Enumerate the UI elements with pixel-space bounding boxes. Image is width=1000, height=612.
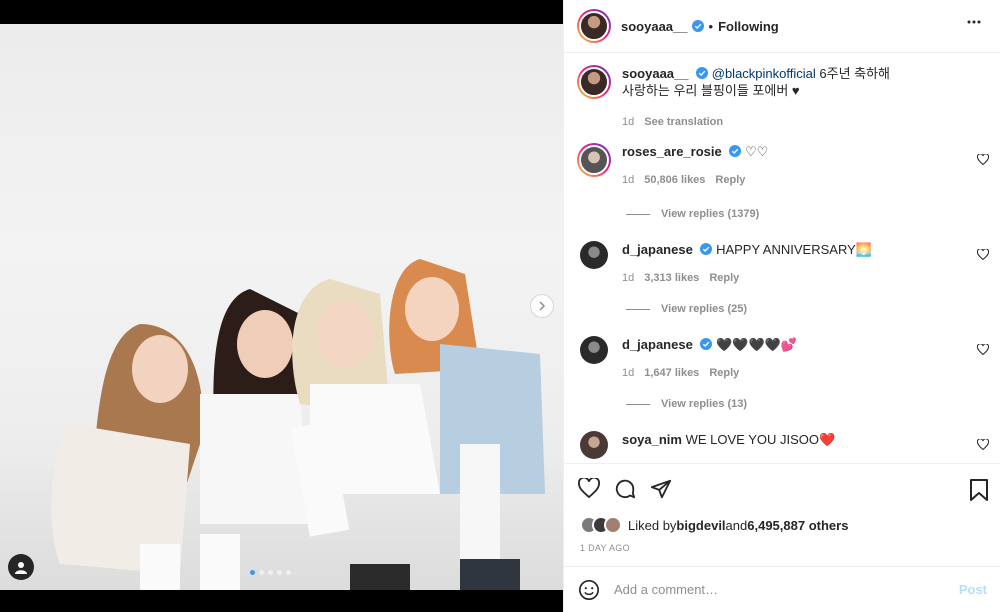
comment-time[interactable]: 1d bbox=[622, 172, 634, 189]
carousel-dot bbox=[250, 570, 255, 575]
commenter-avatar[interactable] bbox=[580, 431, 608, 459]
likes-count-button[interactable]: 6,495,887 others bbox=[747, 518, 848, 533]
caption-text: 6주년 축하해 bbox=[815, 66, 891, 81]
heart-icon[interactable] bbox=[977, 439, 989, 450]
caption-mention[interactable]: @blackpinkofficial bbox=[712, 66, 816, 81]
caption-time[interactable]: 1d bbox=[622, 114, 634, 131]
carousel-dot bbox=[268, 570, 273, 575]
comment-row: soya_nim WE LOVE YOU JISOO❤️ bbox=[577, 431, 987, 459]
emoji-icon[interactable] bbox=[578, 579, 600, 601]
comment-username[interactable]: roses_are_rosie bbox=[622, 144, 722, 159]
comment-text: 🖤🖤🖤🖤💕 bbox=[716, 337, 798, 352]
likes-and: and bbox=[725, 517, 748, 533]
comment-likes[interactable]: 1,647 likes bbox=[644, 365, 699, 382]
caption-username[interactable]: sooyaaa__ bbox=[622, 66, 689, 81]
comment-composer: Post bbox=[564, 566, 1000, 612]
chevron-right-icon bbox=[539, 301, 546, 311]
post-header: sooyaaa__ • Following bbox=[564, 0, 1000, 53]
share-icon[interactable] bbox=[650, 478, 672, 500]
author-avatar[interactable] bbox=[577, 9, 611, 43]
reply-button[interactable]: Reply bbox=[709, 365, 739, 382]
comment-likes[interactable]: 3,313 likes bbox=[644, 270, 699, 287]
carousel-dot bbox=[286, 570, 291, 575]
liker-username[interactable]: bigdevil bbox=[676, 518, 725, 533]
heart-icon[interactable] bbox=[578, 478, 600, 498]
header-separator: • bbox=[708, 18, 714, 34]
post-timestamp[interactable]: 1 DAY AGO bbox=[580, 543, 630, 553]
carousel-dot bbox=[259, 570, 264, 575]
bookmark-icon[interactable] bbox=[970, 479, 988, 501]
commenter-avatar[interactable] bbox=[580, 336, 608, 364]
see-translation-button[interactable]: See translation bbox=[644, 114, 723, 131]
comment-row: d_japanese 🖤🖤🖤🖤💕 1d 1,647 likes Reply bbox=[577, 336, 987, 382]
author-username[interactable]: sooyaaa__ bbox=[621, 19, 688, 34]
verified-icon bbox=[729, 145, 742, 157]
verified-icon bbox=[696, 67, 709, 79]
liker-avatar bbox=[604, 516, 622, 534]
comment-likes[interactable]: 50,806 likes bbox=[644, 172, 705, 189]
view-replies-button[interactable]: View replies (1379) bbox=[626, 208, 759, 220]
comment-username[interactable]: soya_nim bbox=[622, 432, 682, 447]
comment-row: roses_are_rosie ♡♡ 1d 50,806 likes Reply bbox=[577, 143, 987, 189]
more-icon[interactable] bbox=[967, 20, 981, 24]
comment-time[interactable]: 1d bbox=[622, 365, 634, 382]
commenter-avatar[interactable] bbox=[580, 241, 608, 269]
user-tag-icon bbox=[15, 562, 27, 574]
liker-avatars[interactable] bbox=[580, 516, 622, 534]
view-replies-button[interactable]: View replies (13) bbox=[626, 398, 747, 410]
verified-icon bbox=[691, 20, 704, 32]
comments-list[interactable]: sooyaaa__ @blackpinkofficial 6주년 축하해 사랑하… bbox=[564, 53, 1000, 463]
reply-button[interactable]: Reply bbox=[709, 270, 739, 287]
post-actions: Liked by bigdevil and 6,495,887 others 1… bbox=[564, 463, 1000, 566]
post-photo[interactable] bbox=[0, 24, 563, 590]
comment-text: HAPPY ANNIVERSARY🌅 bbox=[716, 242, 872, 257]
comment-text: WE LOVE YOU JISOO❤️ bbox=[685, 432, 836, 447]
comment-username[interactable]: d_japanese bbox=[622, 242, 693, 257]
post-media bbox=[0, 0, 563, 612]
verified-icon bbox=[700, 338, 713, 350]
photo-figures bbox=[51, 259, 545, 590]
comment-username[interactable]: d_japanese bbox=[622, 337, 693, 352]
comment-text: ♡♡ bbox=[745, 144, 769, 159]
commenter-avatar[interactable] bbox=[577, 143, 611, 177]
likes-summary: Liked by bigdevil and 6,495,887 others bbox=[580, 516, 848, 534]
reply-button[interactable]: Reply bbox=[715, 172, 745, 189]
likes-prefix: Liked by bbox=[628, 517, 677, 533]
heart-icon[interactable] bbox=[977, 344, 989, 355]
comment-time[interactable]: 1d bbox=[622, 270, 634, 287]
comment-row: d_japanese HAPPY ANNIVERSARY🌅 1d 3,313 l… bbox=[577, 241, 987, 287]
verified-icon bbox=[700, 243, 713, 255]
carousel-dots bbox=[250, 570, 291, 575]
view-replies-button[interactable]: View replies (25) bbox=[626, 303, 747, 315]
following-button[interactable]: Following bbox=[718, 19, 779, 34]
post-panel: sooyaaa__ • Following sooyaaa__ @blackpi… bbox=[563, 0, 1000, 612]
caption-text-line2: 사랑하는 우리 블핑이들 포에버 ♥ bbox=[622, 83, 800, 98]
tagged-users-button[interactable] bbox=[8, 554, 34, 580]
caption: sooyaaa__ @blackpinkofficial 6주년 축하해 사랑하… bbox=[577, 65, 987, 131]
comment-icon[interactable] bbox=[614, 478, 636, 500]
heart-icon[interactable] bbox=[977, 154, 989, 165]
carousel-dot bbox=[277, 570, 282, 575]
author-avatar[interactable] bbox=[577, 65, 611, 99]
heart-icon[interactable] bbox=[977, 249, 989, 260]
post-button[interactable]: Post bbox=[959, 582, 987, 597]
next-photo-button[interactable] bbox=[530, 294, 554, 318]
comment-input[interactable] bbox=[614, 582, 959, 597]
